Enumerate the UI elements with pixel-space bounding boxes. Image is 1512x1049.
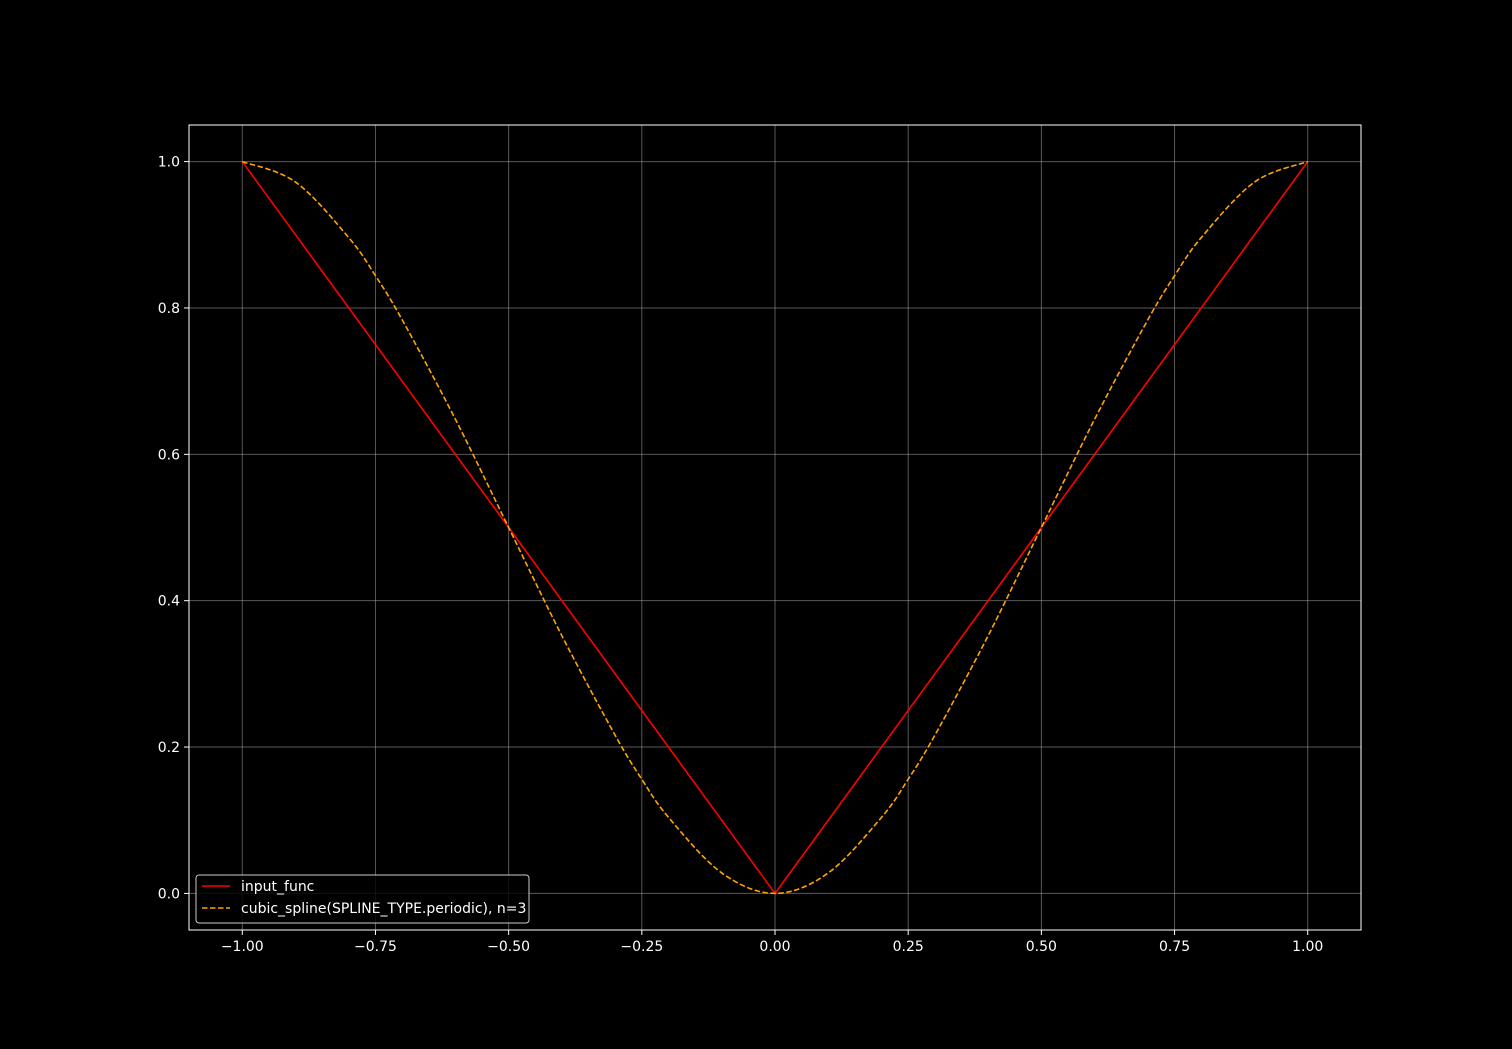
x-tick-label: −0.25 [620,939,663,955]
x-tick-label: 0.25 [893,939,924,955]
line-chart: −1.00 −0.75 −0.50 −0.25 0.00 0.25 0.50 0.75 1.00… [0,0,1512,1045]
x-tick-label: 0.75 [1159,939,1190,955]
y-tick-label: 0.8 [158,301,180,317]
x-tick-label: −0.75 [354,939,397,955]
x-tick-label: −1.00 [221,939,264,955]
y-tick-label: 0.0 [158,886,180,902]
y-tick-label: 1.0 [158,155,180,171]
chart-figure: −1.00 −0.75 −0.50 −0.25 0.00 0.25 0.50 0.75 1.00… [0,0,1512,1045]
y-tick-label: 0.2 [158,740,180,756]
legend-label: cubic_spline(SPLINE_TYPE.periodic), n=3 [241,901,526,917]
x-tick-label: 0.50 [1026,939,1057,955]
x-tick-label: 0.00 [759,939,790,955]
legend-label: input_func [241,879,314,895]
y-tick-label: 0.4 [158,594,180,610]
y-tick-label: 0.6 [158,447,180,463]
x-tick-label: −0.50 [487,939,530,955]
legend: input_func cubic_spline(SPLINE_TYPE.perio… [195,874,530,924]
x-tick-label: 1.00 [1292,939,1323,955]
